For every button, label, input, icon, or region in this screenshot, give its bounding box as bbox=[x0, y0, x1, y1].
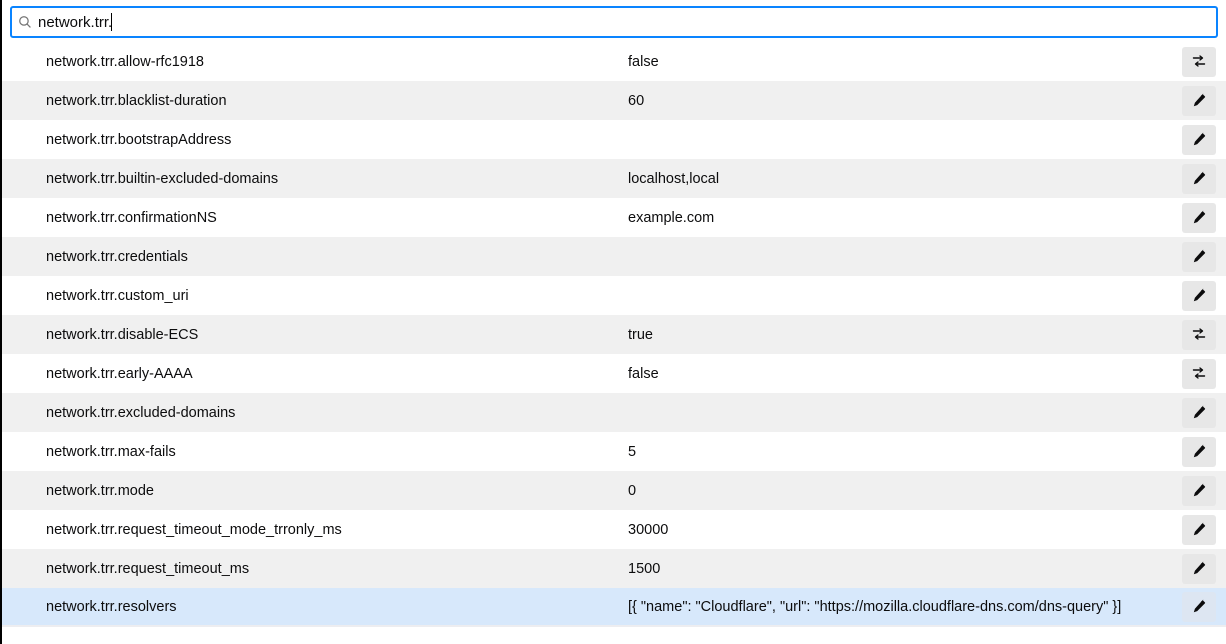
pref-name: network.trr.confirmationNS bbox=[46, 210, 628, 226]
edit-button[interactable] bbox=[1182, 203, 1216, 233]
edit-button[interactable] bbox=[1182, 515, 1216, 545]
pref-value: false bbox=[628, 366, 1182, 382]
toggle-icon bbox=[1191, 365, 1207, 384]
pref-value: 0 bbox=[628, 483, 1182, 499]
search-bar[interactable]: network.trr. bbox=[10, 6, 1218, 38]
pref-name: network.trr.request_timeout_mode_trronly… bbox=[46, 522, 628, 538]
search-icon bbox=[18, 15, 32, 29]
pref-name: network.trr.allow-rfc1918 bbox=[46, 54, 628, 70]
edit-button[interactable] bbox=[1182, 164, 1216, 194]
edit-button[interactable] bbox=[1182, 437, 1216, 467]
edit-button[interactable] bbox=[1182, 125, 1216, 155]
pref-row: network.trr.allow-rfc1918false bbox=[2, 42, 1226, 81]
pref-name: network.trr.custom_uri bbox=[46, 288, 628, 304]
pref-value: 30000 bbox=[628, 522, 1182, 538]
pref-name: network.trr.early-AAAA bbox=[46, 366, 628, 382]
pref-value: false bbox=[628, 54, 1182, 70]
pencil-icon bbox=[1191, 560, 1207, 579]
pencil-icon bbox=[1191, 170, 1207, 189]
edit-button[interactable] bbox=[1182, 242, 1216, 272]
pref-value: localhost,local bbox=[628, 171, 1182, 187]
pref-value: 60 bbox=[628, 93, 1182, 109]
toggle-button[interactable] bbox=[1182, 359, 1216, 389]
toggle-button[interactable] bbox=[1182, 47, 1216, 77]
pref-row: network.trr.early-AAAAfalse bbox=[2, 354, 1226, 393]
toggle-icon bbox=[1191, 326, 1207, 345]
pref-value: example.com bbox=[628, 210, 1182, 226]
pref-name: network.trr.bootstrapAddress bbox=[46, 132, 628, 148]
edit-button[interactable] bbox=[1182, 86, 1216, 116]
pref-value: [{ "name": "Cloudflare", "url": "https:/… bbox=[628, 599, 1182, 615]
pref-name: network.trr.excluded-domains bbox=[46, 405, 628, 421]
pref-row: network.trr.builtin-excluded-domainsloca… bbox=[2, 159, 1226, 198]
edit-button[interactable] bbox=[1182, 476, 1216, 506]
pref-row: network.trr.custom_uri bbox=[2, 276, 1226, 315]
edit-button[interactable] bbox=[1182, 281, 1216, 311]
pref-list: network.trr.allow-rfc1918false network.t… bbox=[2, 42, 1226, 644]
pref-row: network.trr.bootstrapAddress bbox=[2, 120, 1226, 159]
pref-value: 5 bbox=[628, 444, 1182, 460]
pencil-icon bbox=[1191, 598, 1207, 617]
pref-name: network.trr.max-fails bbox=[46, 444, 628, 460]
search-input-text[interactable]: network.trr. bbox=[38, 14, 112, 31]
pencil-icon bbox=[1191, 92, 1207, 111]
pencil-icon bbox=[1191, 209, 1207, 228]
pref-row: network.trr.credentials bbox=[2, 237, 1226, 276]
edit-button[interactable] bbox=[1182, 554, 1216, 584]
pencil-icon bbox=[1191, 443, 1207, 462]
pref-row: network.trr.confirmationNSexample.com bbox=[2, 198, 1226, 237]
pref-name: network.trr.resolvers bbox=[46, 599, 628, 615]
pref-row: network.trr.blacklist-duration60 bbox=[2, 81, 1226, 120]
pref-row: network.trr.max-fails5 bbox=[2, 432, 1226, 471]
pencil-icon bbox=[1191, 482, 1207, 501]
pref-row: network.trr.request_timeout_mode_trronly… bbox=[2, 510, 1226, 549]
pref-name: network.trr.blacklist-duration bbox=[46, 93, 628, 109]
pencil-icon bbox=[1191, 287, 1207, 306]
pencil-icon bbox=[1191, 521, 1207, 540]
pref-name: network.trr.credentials bbox=[46, 249, 628, 265]
pref-name: network.trr.mode bbox=[46, 483, 628, 499]
pencil-icon bbox=[1191, 131, 1207, 150]
toggle-icon bbox=[1191, 53, 1207, 72]
pref-value: true bbox=[628, 327, 1182, 343]
pref-row: network.trr.disable-ECStrue bbox=[2, 315, 1226, 354]
text-caret bbox=[111, 13, 112, 31]
pencil-icon bbox=[1191, 404, 1207, 423]
edit-button[interactable] bbox=[1182, 398, 1216, 428]
pref-name: network.trr.disable-ECS bbox=[46, 327, 628, 343]
pref-row: network.trr.excluded-domains bbox=[2, 393, 1226, 432]
pencil-icon bbox=[1191, 248, 1207, 267]
pref-name: network.trr.builtin-excluded-domains bbox=[46, 171, 628, 187]
edit-button[interactable] bbox=[1182, 592, 1216, 622]
pref-value: 1500 bbox=[628, 561, 1182, 577]
pref-row: network.trr.resolvers[{ "name": "Cloudfl… bbox=[2, 588, 1226, 627]
pref-row: network.trr.request_timeout_ms1500 bbox=[2, 549, 1226, 588]
toggle-button[interactable] bbox=[1182, 320, 1216, 350]
pref-name: network.trr.request_timeout_ms bbox=[46, 561, 628, 577]
pref-row: network.trr.mode0 bbox=[2, 471, 1226, 510]
